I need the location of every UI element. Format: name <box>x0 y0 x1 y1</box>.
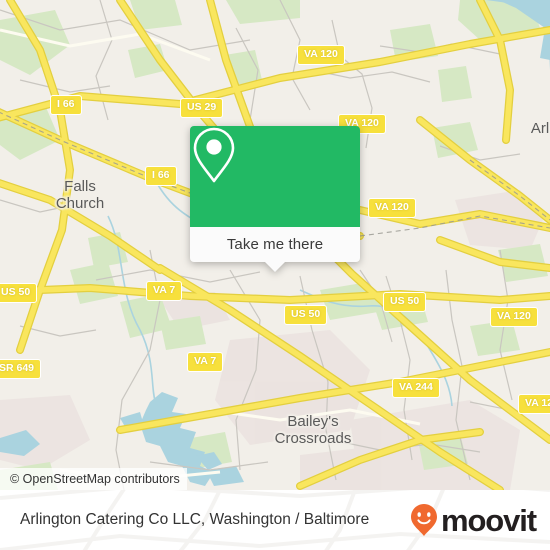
footer-bar: Arlington Catering Co LLC, Washington / … <box>0 490 550 550</box>
popup-icon-panel <box>190 126 360 227</box>
map-pin-icon <box>193 127 235 183</box>
map-attribution[interactable]: © OpenStreetMap contributors <box>0 468 187 490</box>
take-me-there-label: Take me there <box>226 236 324 253</box>
road-shield: I 66 <box>50 95 82 115</box>
moovit-smiley-pin-icon <box>410 504 437 536</box>
road-shield: US 50 <box>383 292 427 312</box>
moovit-wordmark: moovit <box>440 502 537 538</box>
road-shield: VA 244 <box>392 378 440 398</box>
road-shield: US 29 <box>180 98 224 118</box>
place-label: Falls Church <box>55 178 105 212</box>
road-shield: US 50 <box>0 283 38 303</box>
road-shield: VA 12 <box>518 394 550 414</box>
place-label: Bailey's Crossroads <box>274 413 352 447</box>
location-popup-card[interactable]: Take me there <box>190 126 360 272</box>
moovit-map-screenshot: VA 120 I 66 US 29 VA 120 I 66 VA 120 US 50 VA 7… <box>0 0 550 550</box>
footer-content: Arlington Catering Co LLC, Washington / … <box>0 490 550 550</box>
popup-action-panel[interactable]: Take me there <box>190 227 360 262</box>
road-shield: VA 120 <box>368 198 416 218</box>
popup-pointer-tail <box>265 262 285 272</box>
moovit-logo[interactable]: moovit <box>409 502 537 538</box>
road-shield: VA 120 <box>297 45 345 65</box>
road-shield: VA 120 <box>490 307 538 327</box>
road-shield: SR 649 <box>0 359 42 379</box>
road-shield: VA 7 <box>146 281 183 301</box>
place-label: Arl <box>530 120 550 137</box>
road-shield: I 66 <box>145 166 177 186</box>
road-shield: US 50 <box>284 305 328 325</box>
road-shield: VA 7 <box>187 352 224 372</box>
map-canvas[interactable]: VA 120 I 66 US 29 VA 120 I 66 VA 120 US 50 VA 7… <box>0 0 550 490</box>
location-title: Arlington Catering Co LLC, Washington / … <box>20 511 370 528</box>
